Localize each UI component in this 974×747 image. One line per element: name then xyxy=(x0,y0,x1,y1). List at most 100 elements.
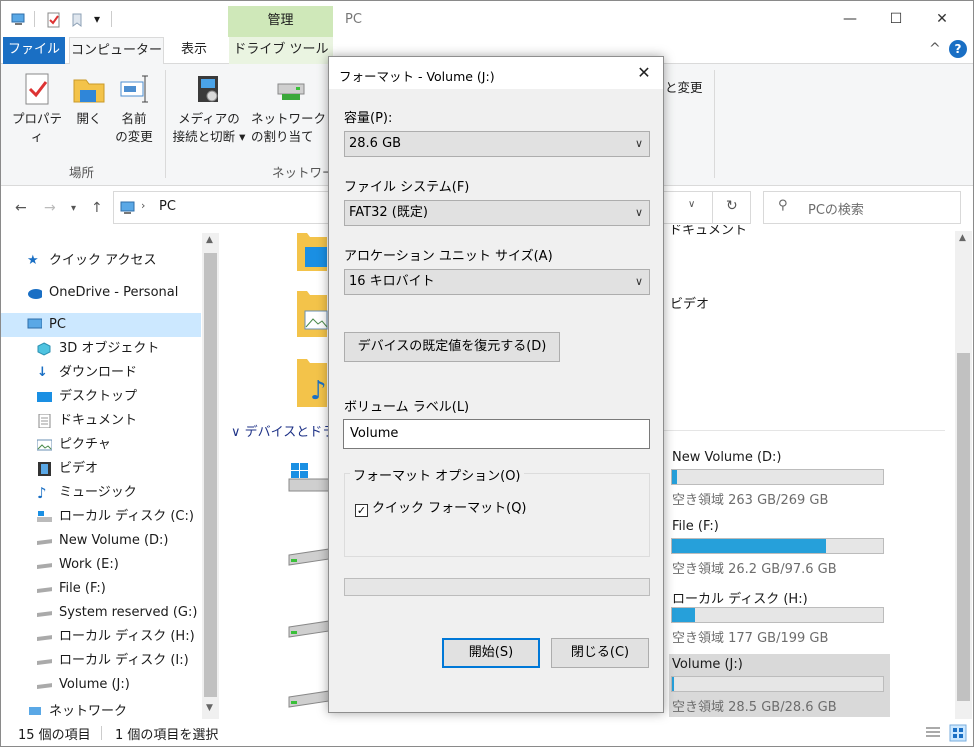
nav-drive-c[interactable]: ローカル ディスク (C:) xyxy=(37,505,194,529)
status-divider xyxy=(101,726,102,740)
windows-drive-icon xyxy=(37,511,52,522)
capacity-select[interactable]: 28.6 GB ∨ xyxy=(344,131,650,157)
breadcrumb-pc[interactable]: PC xyxy=(159,199,176,214)
nav-scrollbar[interactable]: ▲ ▼ xyxy=(202,233,219,719)
picture-icon xyxy=(37,439,52,451)
scroll-down-icon[interactable]: ▼ xyxy=(206,703,213,713)
properties-qat-icon[interactable] xyxy=(45,11,63,29)
videos-label[interactable]: ビデオ xyxy=(670,293,709,312)
drive-h-name[interactable]: ローカル ディスク (H:) xyxy=(672,588,808,607)
nav-drive-g[interactable]: System reserved (G:) xyxy=(37,601,197,625)
tab-file[interactable]: ファイル xyxy=(3,37,65,64)
devices-section-header[interactable]: ∨ デバイスとドライブ xyxy=(231,421,329,440)
breadcrumb-chevron-icon[interactable]: › xyxy=(141,199,145,212)
open-button[interactable]: 開く xyxy=(67,72,111,128)
qat-customize-icon[interactable]: ▾ xyxy=(94,12,100,26)
scroll-up-icon[interactable]: ▲ xyxy=(206,235,213,245)
drive-large-icon[interactable] xyxy=(287,615,331,641)
back-arrow-icon[interactable]: ← xyxy=(15,200,27,216)
drive-d-name[interactable]: New Volume (D:) xyxy=(672,450,782,465)
nav-drive-i[interactable]: ローカル ディスク (I:) xyxy=(37,649,189,673)
star-icon: ★ xyxy=(27,253,39,268)
address-dropdown-icon[interactable]: ∨ xyxy=(688,199,695,210)
search-box[interactable]: ⚲ PCの検索 xyxy=(763,191,961,224)
qat-divider xyxy=(34,11,35,27)
start-button[interactable]: 開始(S) xyxy=(442,638,540,668)
change-program-fragment[interactable]: と変更 xyxy=(665,77,703,96)
content-scrollbar[interactable]: ▲ xyxy=(955,231,972,719)
allocation-label: アロケーション ユニット サイズ(A) xyxy=(344,249,553,264)
title-bar: ▾ 管理 PC — ☐ ✕ xyxy=(1,1,973,37)
refresh-icon[interactable]: ↻ xyxy=(726,198,738,214)
nav-pictures[interactable]: ピクチャ xyxy=(37,433,111,457)
tab-view[interactable]: 表示 xyxy=(171,37,217,64)
close-dialog-button[interactable]: 閉じる(C) xyxy=(551,638,649,668)
content-scroll-thumb[interactable] xyxy=(957,353,970,701)
nav-desktop[interactable]: デスクトップ xyxy=(37,385,137,409)
pictures-folder-icon[interactable] xyxy=(295,291,329,337)
scroll-up-icon[interactable]: ▲ xyxy=(959,233,966,243)
desktop-folder-icon[interactable] xyxy=(295,233,329,271)
nav-network[interactable]: ネットワーク xyxy=(27,703,127,721)
restore-defaults-button[interactable]: デバイスの既定値を復元する(D) xyxy=(344,332,560,362)
open-folder-icon xyxy=(73,79,105,103)
forward-arrow-icon[interactable]: → xyxy=(44,200,56,216)
allocation-value: 16 キロバイト xyxy=(349,274,435,289)
svg-text:♪: ♪ xyxy=(310,376,327,406)
volume-label-input[interactable]: Volume xyxy=(343,419,650,449)
qat-divider xyxy=(111,11,112,27)
dialog-title-bar: フォーマット - Volume (J:) ✕ xyxy=(329,57,663,89)
nav-drive-j[interactable]: Volume (J:) xyxy=(37,673,130,697)
quick-format-checkbox[interactable]: ✓ クイック フォーマット(Q) xyxy=(355,497,527,517)
nav-onedrive[interactable]: OneDrive - Personal xyxy=(27,281,178,305)
minimize-button[interactable]: — xyxy=(827,1,873,37)
tab-drive-tools[interactable]: ドライブ ツール xyxy=(229,37,333,64)
nav-drive-f[interactable]: File (F:) xyxy=(37,577,106,601)
help-icon[interactable]: ? xyxy=(949,40,967,58)
rename-button[interactable]: 名前 の変更 xyxy=(111,72,157,146)
drive-icon xyxy=(37,635,52,641)
nav-pc[interactable]: PC xyxy=(1,313,201,337)
nav-videos[interactable]: ビデオ xyxy=(37,457,98,481)
nav-documents[interactable]: ドキュメント xyxy=(37,409,137,433)
nav-3d-objects[interactable]: 3D オブジェクト xyxy=(37,337,159,361)
nav-downloads[interactable]: ↓ ダウンロード xyxy=(37,361,137,385)
music-folder-icon[interactable]: ♪ xyxy=(295,359,329,407)
drive-icon xyxy=(37,587,52,593)
ribbon-collapse-icon[interactable]: ^ xyxy=(929,41,941,57)
tiles-view-icon[interactable] xyxy=(949,724,967,742)
map-network-drive-button[interactable]: ネットワーク ドライブ の割り当て xyxy=(251,72,331,146)
allocation-select[interactable]: 16 キロバイト ∨ xyxy=(344,269,650,295)
chevron-down-icon: ∨ xyxy=(634,137,643,150)
nav-drive-h[interactable]: ローカル ディスク (H:) xyxy=(37,625,195,649)
details-view-icon[interactable] xyxy=(925,726,941,740)
close-button[interactable]: ✕ xyxy=(919,1,965,37)
group-location-label: 場所 xyxy=(69,165,95,180)
media-connect-button[interactable]: メディアの 接続と切断 ▾ xyxy=(167,72,251,146)
tab-computer[interactable]: コンピューター xyxy=(69,37,164,65)
maximize-button[interactable]: ☐ xyxy=(873,1,919,37)
nav-quick-access[interactable]: ★ クイック アクセス xyxy=(27,249,156,273)
documents-label-fragment[interactable]: ドキュメント xyxy=(669,225,747,239)
dialog-close-icon[interactable]: ✕ xyxy=(631,60,657,86)
manage-context-label: 管理 xyxy=(228,6,333,37)
drive-large-icon[interactable] xyxy=(287,685,331,711)
drive-f-name[interactable]: File (F:) xyxy=(672,519,719,534)
new-folder-qat-icon[interactable] xyxy=(69,11,87,29)
capacity-label: 容量(P): xyxy=(344,111,393,126)
drive-d-usage-fill xyxy=(672,470,677,484)
nav-drive-d[interactable]: New Volume (D:) xyxy=(37,529,169,553)
nav-music[interactable]: ♪ ミュージック xyxy=(37,481,137,505)
windows-drive-large-icon[interactable] xyxy=(287,461,331,497)
window-title: PC xyxy=(345,12,362,27)
filesystem-select[interactable]: FAT32 (既定) ∨ xyxy=(344,200,650,226)
chevron-down-icon: ∨ xyxy=(634,206,643,219)
recent-chevron-icon[interactable]: ▾ xyxy=(71,203,76,214)
drive-large-icon[interactable] xyxy=(287,543,331,569)
up-arrow-icon[interactable]: ↑ xyxy=(91,200,103,216)
pc-icon[interactable] xyxy=(10,11,28,29)
nav-scroll-thumb[interactable] xyxy=(204,253,217,697)
drive-j-name[interactable]: Volume (J:) xyxy=(672,657,743,672)
properties-button[interactable]: プロパティ xyxy=(9,72,65,146)
nav-drive-e[interactable]: Work (E:) xyxy=(37,553,119,577)
